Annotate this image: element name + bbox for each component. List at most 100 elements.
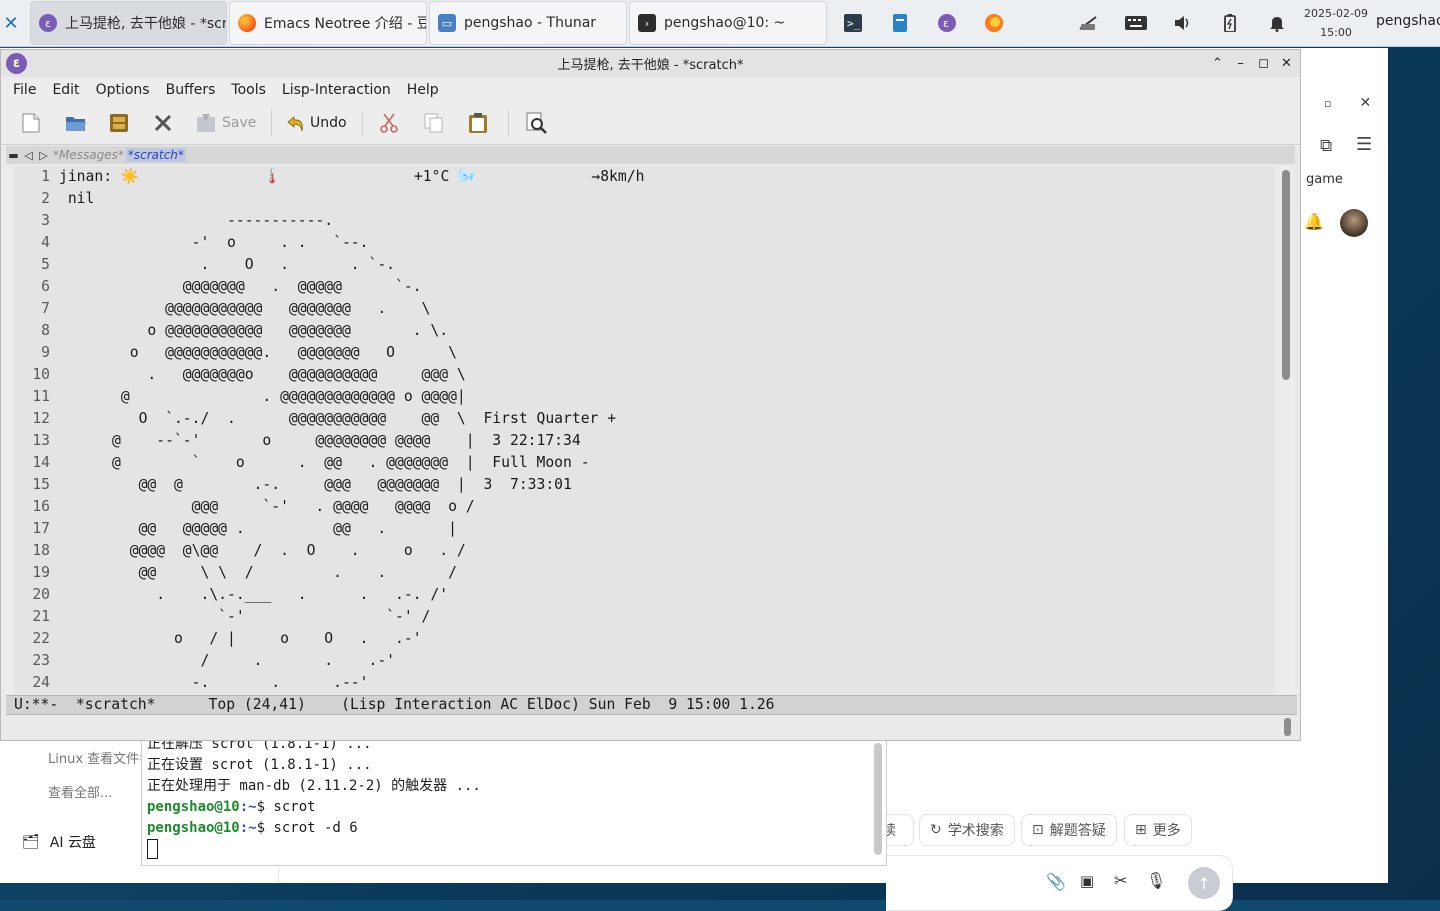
- minimize-button[interactable]: –: [1233, 54, 1248, 72]
- image-icon[interactable]: ▣: [1080, 872, 1094, 890]
- tab-scratch[interactable]: *scratch*: [125, 148, 186, 162]
- terminal-command-line: pengshao@10:~$ scrot -d 6: [147, 818, 358, 839]
- cut-button[interactable]: [379, 111, 399, 135]
- code-line: 9 o @@@@@@@@@@@. @@@@@@@ O \: [14, 342, 1274, 364]
- line-text: -----------.: [59, 212, 334, 229]
- minibuffer[interactable]: [6, 716, 1297, 738]
- open-file-button[interactable]: [65, 111, 87, 135]
- xfce-menu-icon[interactable]: ✕: [0, 0, 22, 46]
- scissors-icon[interactable]: ✂: [1114, 871, 1127, 890]
- attach-icon[interactable]: 📎: [1046, 872, 1066, 891]
- taskbar-firefox[interactable]: Emacs Neotree 介绍 - 豆...: [229, 1, 427, 45]
- line-number: 10: [32, 366, 50, 383]
- battery-icon[interactable]: [1220, 0, 1240, 46]
- chip-more[interactable]: ⊞ 更多: [1124, 814, 1192, 846]
- terminal-scrollbar[interactable]: [874, 743, 882, 855]
- open-folder-icon: [66, 117, 86, 131]
- close-button[interactable]: ✕: [1279, 54, 1294, 72]
- line-text: `-' `-' /: [59, 608, 431, 625]
- close-icon[interactable]: ✕: [1359, 95, 1371, 111]
- toolbar-separator: [508, 110, 509, 136]
- terminal-cursor-line[interactable]: [147, 839, 158, 860]
- tab-messages[interactable]: *Messages*: [51, 148, 126, 162]
- line-text: o @@@@@@@@@@@. @@@@@@@ O \: [59, 344, 457, 361]
- terminal-launcher-icon[interactable]: >_: [842, 0, 864, 46]
- menu-file[interactable]: File: [1, 82, 44, 98]
- menu-help[interactable]: Help: [395, 82, 447, 98]
- tab-prev-icon[interactable]: ◁: [21, 149, 36, 162]
- line-text: . @@@@@@@o @@@@@@@@@@ @@@ \: [59, 366, 466, 383]
- notification-bell-icon[interactable]: [1266, 0, 1288, 46]
- minimize-icon[interactable]: ▫: [1324, 97, 1331, 110]
- dired-button[interactable]: [109, 111, 129, 135]
- side-link[interactable]: 查看全部...: [48, 782, 112, 801]
- line-text: @ . @@@@@@@@@@@@@ o @@@@|: [59, 388, 466, 405]
- terminal-command-line: pengshao@10:~$ scrot: [147, 797, 316, 818]
- side-link[interactable]: Linux 查看文件名: [48, 748, 152, 767]
- terminal-window[interactable]: 正在解压 scrot (1.8.1-1) ... 正在设置 scrot (1.8…: [141, 736, 887, 866]
- code-line: 18 @@@@ @\@@ / . O . o . /: [14, 540, 1274, 562]
- editor-buffer[interactable]: 1 jinan: ☀️ 🌡️ +1°C 🌬️ →8km/h 2 nil 3 -----…: [14, 166, 1274, 694]
- extensions-icon[interactable]: ⧉: [1320, 136, 1332, 156]
- chip-academic-search[interactable]: ↻ 学术搜索: [919, 814, 1015, 846]
- taskbar-thunar[interactable]: ▭ pengshao - Thunar: [429, 1, 627, 45]
- firefox-icon: [238, 14, 256, 32]
- line-number: 18: [32, 542, 50, 559]
- send-button[interactable]: ↑: [1188, 867, 1220, 899]
- chat-input[interactable]: 📎 ▣ ✂ 🎙 ↑: [886, 855, 1233, 911]
- line-number: 15: [32, 476, 50, 493]
- file-launcher-icon[interactable]: [889, 0, 911, 46]
- keyboard-icon[interactable]: [1123, 0, 1149, 46]
- line-number: 4: [41, 234, 50, 251]
- taskbar-emacs[interactable]: ε 上马提枪, 去干他娘 - *scr…: [30, 1, 227, 45]
- menu-lisp-interaction[interactable]: Lisp-Interaction: [270, 82, 399, 98]
- line-text: -. . .--': [59, 674, 369, 691]
- menu-buffers[interactable]: Buffers: [154, 82, 224, 98]
- solve-icon: ⊡: [1032, 822, 1044, 838]
- text-cursor: [147, 839, 158, 859]
- network-icon[interactable]: [1076, 0, 1100, 46]
- grid-icon: ⊞: [1135, 822, 1147, 838]
- paste-button[interactable]: [468, 111, 488, 135]
- save-button[interactable]: Save: [196, 111, 256, 135]
- line-text: @@@@ @\@@ / . O . o . /: [59, 542, 466, 559]
- microphone-icon[interactable]: 🎙: [1146, 871, 1166, 890]
- tab-next-icon[interactable]: ▷: [36, 149, 51, 162]
- search-button[interactable]: [526, 111, 548, 135]
- chip-solve[interactable]: ⊡ 解题答疑: [1021, 814, 1117, 846]
- firefox-launcher-icon[interactable]: [983, 0, 1005, 46]
- code-line: 22 o / | o O . .-': [14, 628, 1274, 650]
- minibuffer-scrollbar[interactable]: [1284, 718, 1291, 736]
- volume-icon[interactable]: [1172, 0, 1194, 46]
- task-label: 上马提枪, 去干他娘 - *scr…: [65, 16, 227, 32]
- code-line: 8 o @@@@@@@@@@@ @@@@@@@ . \.: [14, 320, 1274, 342]
- buffer-scrollbar[interactable]: [1278, 166, 1294, 694]
- taskbar-terminal[interactable]: › pengshao@10: ~: [629, 1, 827, 45]
- avatar[interactable]: [1340, 209, 1368, 237]
- menu-edit[interactable]: Edit: [40, 82, 87, 98]
- tab-menu-icon[interactable]: ▬: [6, 149, 21, 162]
- code-line: 1 jinan: ☀️ 🌡️ +1°C 🌬️ →8km/h: [14, 166, 1274, 188]
- user-menu[interactable]: pengshao: [1376, 13, 1440, 29]
- copy-button[interactable]: [424, 111, 444, 135]
- code-line: 12 O `.-./ . @@@@@@@@@@@ @@ \ First Quar…: [14, 408, 1274, 430]
- new-file-button[interactable]: [22, 111, 40, 135]
- menu-tools[interactable]: Tools: [219, 82, 274, 98]
- emacs-launcher-icon[interactable]: ε: [936, 0, 958, 46]
- window-titlebar[interactable]: ε 上马提枪, 去干他娘 - *scratch* ⌃ – ◻ ✕: [1, 50, 1300, 77]
- menu-icon[interactable]: ☰: [1356, 134, 1372, 155]
- search-refresh-icon: ↻: [930, 822, 942, 838]
- menu-options[interactable]: Options: [84, 82, 158, 98]
- ai-cloud-link[interactable]: 🗂 AI 云盘: [22, 832, 96, 852]
- notification-bell-icon[interactable]: 🔔: [1304, 212, 1324, 231]
- kill-buffer-button[interactable]: [154, 111, 172, 135]
- shade-button[interactable]: ⌃: [1210, 54, 1225, 72]
- panel-clock[interactable]: 2025-02-09 15:00: [1300, 4, 1372, 42]
- line-text: @ --`-' o @@@@@@@@ @@@@ | 3 22:17:34: [59, 432, 581, 449]
- scrollbar-thumb[interactable]: [1282, 170, 1290, 380]
- task-label: pengshao - Thunar: [464, 15, 597, 31]
- line-text: @@@@@@@ . @@@@@ `-.: [59, 278, 422, 295]
- maximize-button[interactable]: ◻: [1256, 54, 1271, 72]
- line-text: . O . . `-.: [59, 256, 396, 273]
- undo-button[interactable]: Undo: [286, 111, 347, 135]
